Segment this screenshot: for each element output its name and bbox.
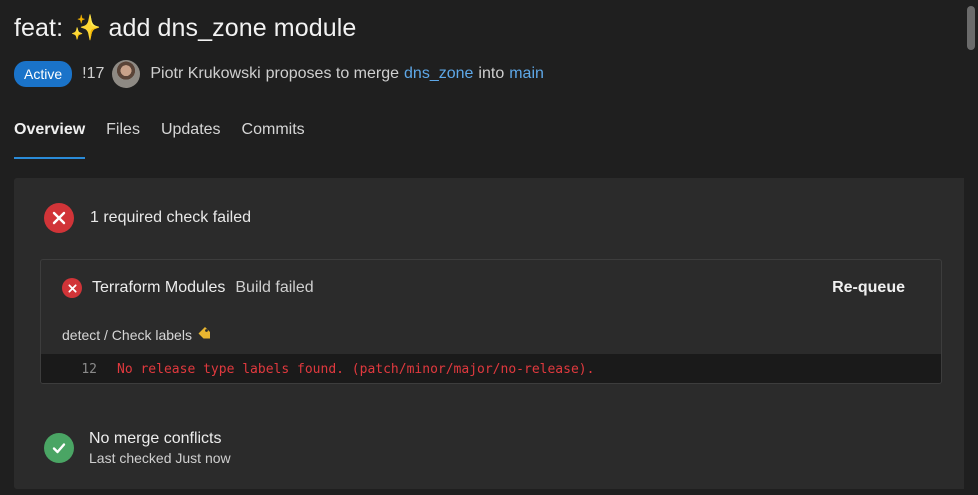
status-card: 1 required check failed Terraform Module… (14, 178, 967, 489)
merge-subtitle: Last checked Just now (89, 450, 231, 466)
success-check-icon (44, 433, 74, 463)
requeue-button[interactable]: Re-queue (832, 279, 905, 297)
build-status: Build failed (235, 279, 314, 296)
tab-bar: Overview Files Updates Commits (14, 117, 326, 159)
pr-title: feat: ✨ add dns_zone module (14, 14, 357, 42)
pull-request-page: feat: ✨ add dns_zone module Active !17 P… (0, 0, 978, 495)
avatar[interactable] (112, 60, 141, 88)
author-name: Piotr Krukowski (150, 65, 261, 82)
pr-id: !17 (82, 65, 105, 82)
tab-files[interactable]: Files (106, 117, 140, 159)
checks-summary: 1 required check failed (44, 203, 251, 233)
target-branch-link[interactable]: main (509, 65, 544, 83)
log-line-number: 12 (81, 361, 97, 377)
tab-updates[interactable]: Updates (161, 117, 221, 159)
merge-status: No merge conflicts Last checked Just now (44, 430, 231, 466)
build-pipeline-name[interactable]: Terraform Modules (92, 279, 225, 297)
tag-icon (197, 326, 211, 343)
merge-status-text: No merge conflicts Last checked Just now (89, 430, 231, 466)
status-badge: Active (14, 61, 73, 87)
tab-commits[interactable]: Commits (242, 117, 305, 159)
log-error-text: No release type labels found. (patch/min… (117, 361, 595, 377)
tab-overview[interactable]: Overview (14, 117, 86, 159)
build-check-box: Terraform Modules Build failed Re-queue … (40, 259, 942, 384)
merge-title: No merge conflicts (89, 430, 222, 447)
source-branch-link[interactable]: dns_zone (404, 65, 473, 83)
into-text: into (478, 65, 505, 82)
build-header: Terraform Modules Build failed (62, 276, 314, 300)
scrollbar-thumb[interactable] (967, 6, 975, 50)
pr-meta: Active !17 Piotr Krukowski proposes to m… (14, 60, 544, 88)
job-name: detect / Check labels (62, 326, 211, 343)
page-title: feat: ✨ add dns_zone module (14, 14, 356, 43)
scrollbar[interactable] (964, 0, 978, 495)
checks-summary-text: 1 required check failed (90, 209, 251, 226)
job-name-text: detect / Check labels (62, 326, 192, 343)
build-failed-icon (62, 278, 82, 298)
proposes-text: proposes to merge (265, 65, 400, 82)
log-output: 12 No release type labels found. (patch/… (41, 354, 941, 383)
failed-icon (44, 203, 74, 233)
